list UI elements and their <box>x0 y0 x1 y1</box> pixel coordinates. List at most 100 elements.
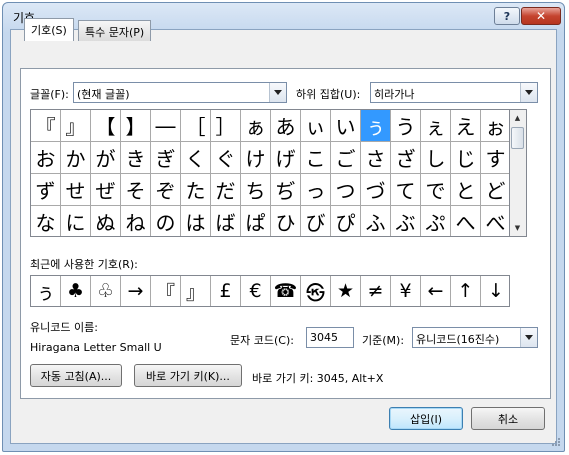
symbol-cell[interactable]: ぇ <box>421 110 451 142</box>
symbol-cell[interactable]: え <box>451 110 481 142</box>
shortcut-key-button[interactable]: 바로 가기 키(K)... <box>134 364 242 387</box>
symbol-cell[interactable]: す <box>481 142 509 174</box>
recent-symbol-cell[interactable]: ㉿ <box>301 276 331 306</box>
symbol-cell[interactable]: ち <box>241 174 271 206</box>
recent-symbol-cell[interactable]: ♣ <box>61 276 91 306</box>
symbol-cell[interactable]: 』 <box>61 110 91 142</box>
symbol-cell[interactable]: た <box>181 174 211 206</box>
recent-symbol-cell[interactable]: ♧ <box>91 276 121 306</box>
symbol-cell[interactable]: ぜ <box>91 174 121 206</box>
symbol-grid-scrollbar[interactable]: ▲ ▼ <box>510 109 527 237</box>
symbol-cell[interactable]: は <box>181 206 211 236</box>
symbol-cell[interactable]: べ <box>481 206 509 236</box>
tab-special-characters[interactable]: 특수 문자(P) <box>78 20 152 41</box>
symbol-grid: 『』【】 ― ［ ］ ぁあぃいぅうぇえぉおかがきぎくぐけげこごさざしじすずせぜそぞただち… <box>30 109 510 237</box>
symbol-cell[interactable]: げ <box>271 142 301 174</box>
symbol-cell[interactable]: き <box>121 142 151 174</box>
symbol-cell[interactable]: ぃ <box>301 110 331 142</box>
symbol-cell[interactable]: か <box>61 142 91 174</box>
recent-symbol-cell[interactable]: → <box>121 276 151 306</box>
resize-grip-icon[interactable] <box>551 437 561 447</box>
symbol-cell[interactable]: こ <box>301 142 331 174</box>
symbol-cell[interactable]: ど <box>481 174 509 206</box>
symbol-cell[interactable]: ご <box>331 142 361 174</box>
symbol-cell[interactable]: と <box>451 174 481 206</box>
recent-symbol-cell[interactable]: ↑ <box>451 276 481 306</box>
symbol-cell[interactable]: ぢ <box>271 174 301 206</box>
tab-symbols[interactable]: 기호(S) <box>24 18 74 41</box>
unicode-name-label: 유니코드 이름: <box>30 321 98 334</box>
symbol-cell[interactable]: ぶ <box>391 206 421 236</box>
symbol-cell[interactable]: ぞ <box>151 174 181 206</box>
font-select[interactable]: (현재 글꼴) <box>73 82 287 103</box>
symbol-cell[interactable]: ぱ <box>241 206 271 236</box>
symbol-cell[interactable]: っ <box>301 174 331 206</box>
symbol-cell[interactable]: 】 <box>121 110 151 142</box>
autocorrect-button[interactable]: 자동 고침(A)... <box>30 364 122 387</box>
symbol-cell[interactable]: あ <box>271 110 301 142</box>
recent-symbol-cell[interactable]: £ <box>211 276 241 306</box>
help-button[interactable]: ? <box>494 7 520 25</box>
symbol-cell[interactable]: ぁ <box>241 110 271 142</box>
recent-symbol-cell[interactable]: ★ <box>331 276 361 306</box>
recent-symbol-cell[interactable]: ☎ <box>271 276 301 306</box>
symbol-cell[interactable]: さ <box>361 142 391 174</box>
recent-symbol-cell[interactable]: ← <box>421 276 451 306</box>
symbol-cell[interactable]: つ <box>331 174 361 206</box>
insert-button[interactable]: 삽입(I) <box>389 407 463 430</box>
symbol-cell[interactable]: ぴ <box>331 206 361 236</box>
symbol-cell[interactable]: ひ <box>271 206 301 236</box>
scroll-up-icon[interactable]: ▲ <box>510 110 525 126</box>
char-code-label: 문자 코드(C): <box>230 334 294 347</box>
recent-symbol-cell[interactable]: 『 <box>151 276 181 306</box>
close-button[interactable]: ✕ <box>521 7 561 25</box>
symbol-cell[interactable]: ざ <box>391 142 421 174</box>
symbol-cell[interactable]: ［ <box>181 110 211 142</box>
symbol-cell[interactable]: せ <box>61 174 91 206</box>
symbol-cell[interactable]: づ <box>361 174 391 206</box>
symbol-cell[interactable]: び <box>301 206 331 236</box>
symbol-cell-selected[interactable]: ぅ <box>361 110 391 142</box>
from-select[interactable]: 유니코드(16진수) <box>412 327 538 348</box>
symbol-cell[interactable]: が <box>91 142 121 174</box>
symbol-cell[interactable]: ふ <box>361 206 391 236</box>
char-code-input[interactable]: 3045 <box>306 327 354 348</box>
symbol-cell[interactable]: 『 <box>31 110 61 142</box>
symbol-cell[interactable]: だ <box>211 174 241 206</box>
symbol-cell[interactable]: ― <box>151 110 181 142</box>
symbol-cell[interactable]: く <box>181 142 211 174</box>
recent-symbol-cell[interactable]: ¥ <box>391 276 421 306</box>
symbol-cell[interactable]: ぎ <box>151 142 181 174</box>
recent-symbol-cell[interactable]: € <box>241 276 271 306</box>
symbol-cell[interactable]: い <box>331 110 361 142</box>
symbol-cell[interactable]: て <box>391 174 421 206</box>
symbol-cell[interactable]: け <box>241 142 271 174</box>
symbol-cell[interactable]: ぐ <box>211 142 241 174</box>
scroll-thumb[interactable] <box>511 127 524 149</box>
recent-symbol-cell[interactable]: ≠ <box>361 276 391 306</box>
symbol-cell[interactable]: お <box>31 142 61 174</box>
symbol-cell[interactable]: に <box>61 206 91 236</box>
symbol-cell[interactable]: ぷ <box>421 206 451 236</box>
symbol-cell[interactable]: ぬ <box>91 206 121 236</box>
symbol-cell[interactable]: ね <box>121 206 151 236</box>
symbol-cell[interactable]: ば <box>211 206 241 236</box>
symbol-cell[interactable]: ］ <box>211 110 241 142</box>
symbol-cell[interactable]: な <box>31 206 61 236</box>
symbol-cell[interactable]: ず <box>31 174 61 206</box>
symbol-cell[interactable]: へ <box>451 206 481 236</box>
symbol-cell[interactable]: 【 <box>91 110 121 142</box>
cancel-button[interactable]: 취소 <box>471 407 545 430</box>
symbol-cell[interactable]: の <box>151 206 181 236</box>
symbol-cell[interactable]: し <box>421 142 451 174</box>
symbol-cell[interactable]: ぉ <box>481 110 509 142</box>
symbol-cell[interactable]: で <box>421 174 451 206</box>
scroll-down-icon[interactable]: ▼ <box>510 220 525 236</box>
subset-select[interactable]: 히라가나 <box>370 82 538 103</box>
recent-symbol-cell[interactable]: 』 <box>181 276 211 306</box>
recent-symbol-cell[interactable]: ぅ <box>31 276 61 306</box>
symbol-cell[interactable]: そ <box>121 174 151 206</box>
symbol-cell[interactable]: う <box>391 110 421 142</box>
symbol-cell[interactable]: じ <box>451 142 481 174</box>
recent-symbol-cell[interactable]: ↓ <box>481 276 511 306</box>
